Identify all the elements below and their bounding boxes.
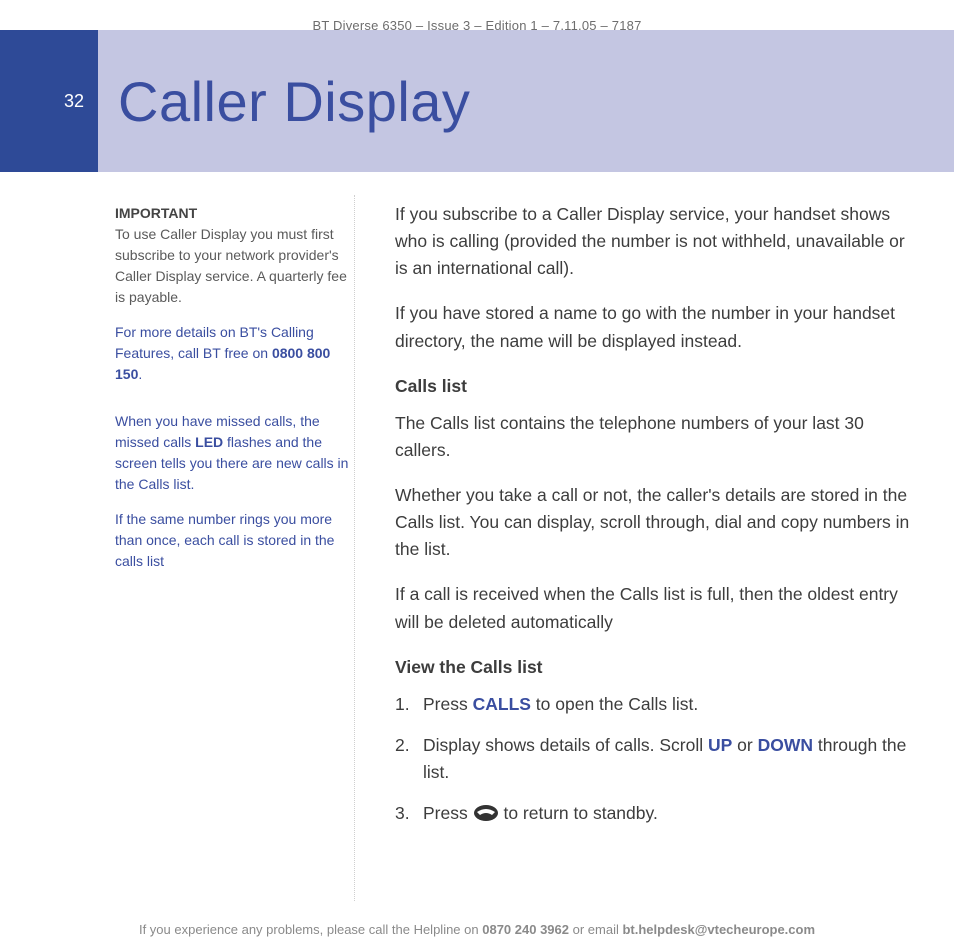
footer-pre: If you experience any problems, please c… — [139, 922, 482, 937]
view-calls-steps: Press CALLS to open the Calls list. Disp… — [395, 691, 922, 832]
calls-list-heading: Calls list — [395, 373, 922, 400]
footer-mid: or email — [569, 922, 622, 937]
page-number-box: 32 — [0, 30, 98, 172]
helpline-email: bt.helpdesk@vtecheurope.com — [622, 922, 815, 937]
step-1: Press CALLS to open the Calls list. — [395, 691, 922, 718]
missed-led: LED — [195, 434, 223, 450]
main-column: If you subscribe to a Caller Display ser… — [355, 195, 954, 901]
page-title: Caller Display — [118, 69, 470, 134]
calls-key: CALLS — [473, 694, 531, 714]
running-header: BT Diverse 6350 – Issue 3 – Edition 1 – … — [0, 0, 954, 33]
manual-page: BT Diverse 6350 – Issue 3 – Edition 1 – … — [0, 0, 954, 951]
step2-pre: Display shows details of calls. Scroll — [423, 735, 708, 755]
same-number-block: If the same number rings you more than o… — [115, 509, 354, 572]
step1-pre: Press — [423, 694, 473, 714]
calls-list-p1: The Calls list contains the telephone nu… — [395, 410, 922, 464]
intro-paragraph-2: If you have stored a name to go with the… — [395, 300, 922, 354]
more-details-suffix: . — [138, 366, 142, 382]
content-area: IMPORTANT To use Caller Display you must… — [0, 195, 954, 901]
intro-paragraph-1: If you subscribe to a Caller Display ser… — [395, 201, 922, 282]
step1-post: to open the Calls list. — [531, 694, 698, 714]
important-text: To use Caller Display you must first sub… — [115, 226, 347, 305]
calls-list-p3: If a call is received when the Calls lis… — [395, 581, 922, 635]
view-calls-heading: View the Calls list — [395, 654, 922, 681]
step-2: Display shows details of calls. Scroll U… — [395, 732, 922, 786]
helpline-phone: 0870 240 3962 — [482, 922, 569, 937]
page-number: 32 — [64, 91, 84, 112]
footer-help-line: If you experience any problems, please c… — [0, 922, 954, 937]
up-key: UP — [708, 735, 732, 755]
missed-calls-block: When you have missed calls, the missed c… — [115, 411, 354, 495]
hangup-phone-icon — [473, 803, 499, 831]
title-band: Caller Display — [98, 30, 954, 172]
down-key: DOWN — [758, 735, 813, 755]
calls-list-p2: Whether you take a call or not, the call… — [395, 482, 922, 563]
step3-post: to return to standby. — [499, 803, 658, 823]
sidebar: IMPORTANT To use Caller Display you must… — [0, 195, 355, 901]
step3-pre: Press — [423, 803, 473, 823]
step2-or: or — [732, 735, 757, 755]
important-block: IMPORTANT To use Caller Display you must… — [115, 203, 354, 308]
important-label: IMPORTANT — [115, 205, 197, 221]
more-details-block: For more details on BT's Calling Feature… — [115, 322, 354, 385]
step-3: Press to return to standby. — [395, 800, 922, 831]
